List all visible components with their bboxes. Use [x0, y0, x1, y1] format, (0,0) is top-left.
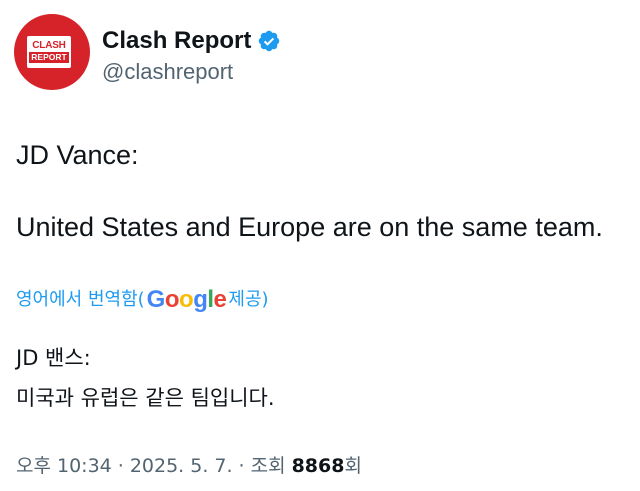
author-name-row: Clash Report: [102, 26, 281, 56]
views-label: 조회: [250, 455, 286, 477]
translated-from-link[interactable]: 영어에서 번역함( Google 제공): [16, 286, 269, 314]
avatar-logo-top: CLASH: [32, 40, 66, 51]
google-logo-letter: o: [179, 286, 194, 313]
views-count[interactable]: 8868: [292, 452, 345, 480]
google-logo-letter: e: [213, 286, 227, 313]
author-handle[interactable]: @clashreport: [102, 58, 233, 86]
tweet-date[interactable]: 2025. 5. 7.: [130, 452, 233, 480]
google-logo-letter: o: [164, 286, 180, 313]
author-display-name[interactable]: Clash Report: [102, 26, 251, 56]
meta-separator: ·: [238, 455, 245, 477]
tweet-time[interactable]: 오후 10:34: [16, 452, 112, 480]
google-logo: Google: [147, 286, 227, 314]
translated-from-prefix: 영어에서 번역함(: [16, 289, 145, 310]
translated-text-line-2: 미국과 유럽은 같은 팀입니다.: [16, 386, 275, 410]
avatar-logo-bottom: REPORT: [29, 52, 69, 63]
tweet-text-line-1: JD Vance:: [16, 140, 139, 170]
google-logo-letter: G: [146, 286, 166, 313]
meta-separator: ·: [117, 455, 124, 477]
tweet-card: CLASH REPORT Clash Report @clashreport J…: [0, 0, 640, 491]
google-logo-letter: g: [193, 286, 208, 313]
avatar[interactable]: CLASH REPORT: [14, 14, 90, 90]
avatar-logo: CLASH REPORT: [27, 36, 71, 68]
tweet-meta: 오후 10:34 · 2025. 5. 7. · 조회 8868 회: [16, 452, 362, 480]
views-suffix: 회: [344, 455, 362, 477]
translated-from-suffix: 제공): [228, 289, 269, 310]
tweet-text-line-2: United States and Europe are on the same…: [16, 212, 603, 242]
verified-badge-icon[interactable]: [257, 29, 281, 53]
translated-text-line-1: JD 밴스:: [16, 346, 91, 370]
